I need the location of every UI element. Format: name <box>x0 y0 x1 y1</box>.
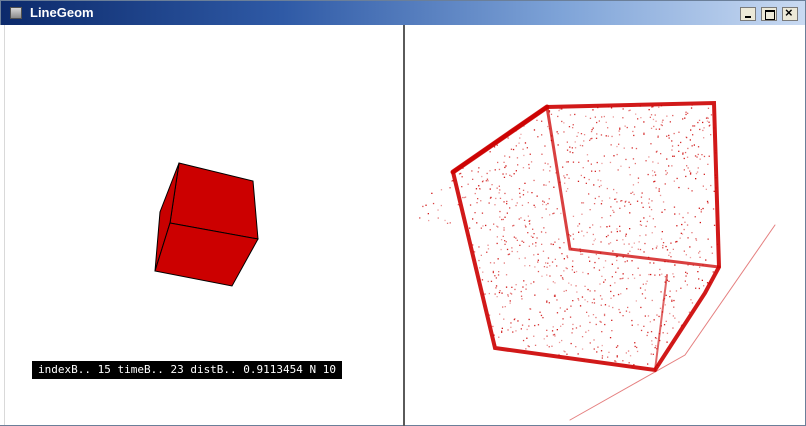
app-icon[interactable] <box>10 7 22 19</box>
close-icon[interactable]: × <box>782 5 798 21</box>
close-glyph: × <box>785 5 793 20</box>
cloud-edge-diag <box>450 104 550 175</box>
viewport-divider[interactable] <box>403 25 405 426</box>
point-cloud-viewport[interactable] <box>405 25 805 425</box>
status-readout: indexB.. 15 timeB.. 23 distB.. 0.9113454… <box>32 361 343 379</box>
maximize-icon[interactable] <box>761 7 777 21</box>
point-cloud-edges <box>450 100 776 421</box>
minimize-icon[interactable] <box>740 7 756 21</box>
window-title: LineGeom <box>30 5 94 20</box>
title-bar[interactable]: LineGeom × <box>1 1 805 26</box>
